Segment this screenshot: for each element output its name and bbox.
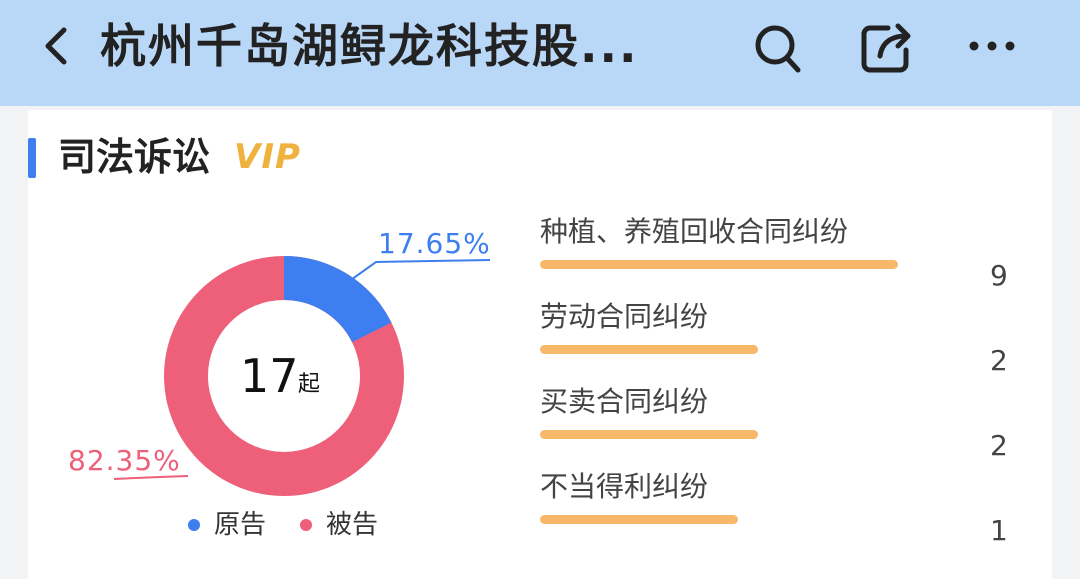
case-type-row[interactable]: 买卖合同纠纷 2: [540, 382, 1040, 462]
case-type-name: 劳动合同纠纷: [540, 300, 709, 333]
case-type-row[interactable]: 种植、养殖回收合同纠纷 9: [540, 212, 1040, 292]
legend-label-defendant: 被告: [326, 510, 379, 540]
leader-line-plaintiff: [347, 259, 491, 283]
vip-badge: VIP: [234, 137, 301, 177]
legend-dot-defendant: [300, 519, 312, 531]
case-type-count: 2: [990, 344, 1008, 377]
company-title: 杭州千岛湖鲟龙科技股...: [100, 19, 639, 73]
total-case-unit: 起: [298, 372, 321, 397]
case-type-name: 种植、养殖回收合同纠纷: [540, 215, 849, 248]
more-icon[interactable]: [962, 20, 1022, 76]
defendant-percentage: 82.35%: [68, 444, 181, 477]
app-header: 杭州千岛湖鲟龙科技股...: [0, 0, 1080, 106]
case-type-name: 不当得利纠纷: [540, 470, 709, 503]
case-type-count: 1: [990, 514, 1008, 547]
case-type-count: 9: [990, 259, 1008, 292]
legend-dot-plaintiff: [188, 519, 200, 531]
search-icon[interactable]: [748, 20, 808, 76]
section-title: 司法诉讼: [58, 135, 211, 179]
donut-slice-plaintiff: [283, 256, 392, 343]
case-type-row[interactable]: 劳动合同纠纷 2: [540, 297, 1040, 377]
case-type-name: 买卖合同纠纷: [540, 385, 709, 418]
legend-label-plaintiff: 原告: [214, 510, 267, 540]
case-type-bar: [540, 515, 738, 524]
case-type-bar: [540, 430, 758, 439]
total-case-count: 17: [240, 349, 299, 403]
case-type-bar: [540, 345, 758, 354]
case-type-row[interactable]: 不当得利纠纷 1: [540, 467, 1040, 547]
case-type-bar: [540, 260, 898, 269]
section-accent-bar: [28, 138, 36, 178]
share-icon[interactable]: [856, 20, 916, 76]
plaintiff-percentage: 17.65%: [378, 227, 491, 260]
back-arrow-icon[interactable]: [36, 22, 76, 70]
case-type-count: 2: [990, 429, 1008, 462]
